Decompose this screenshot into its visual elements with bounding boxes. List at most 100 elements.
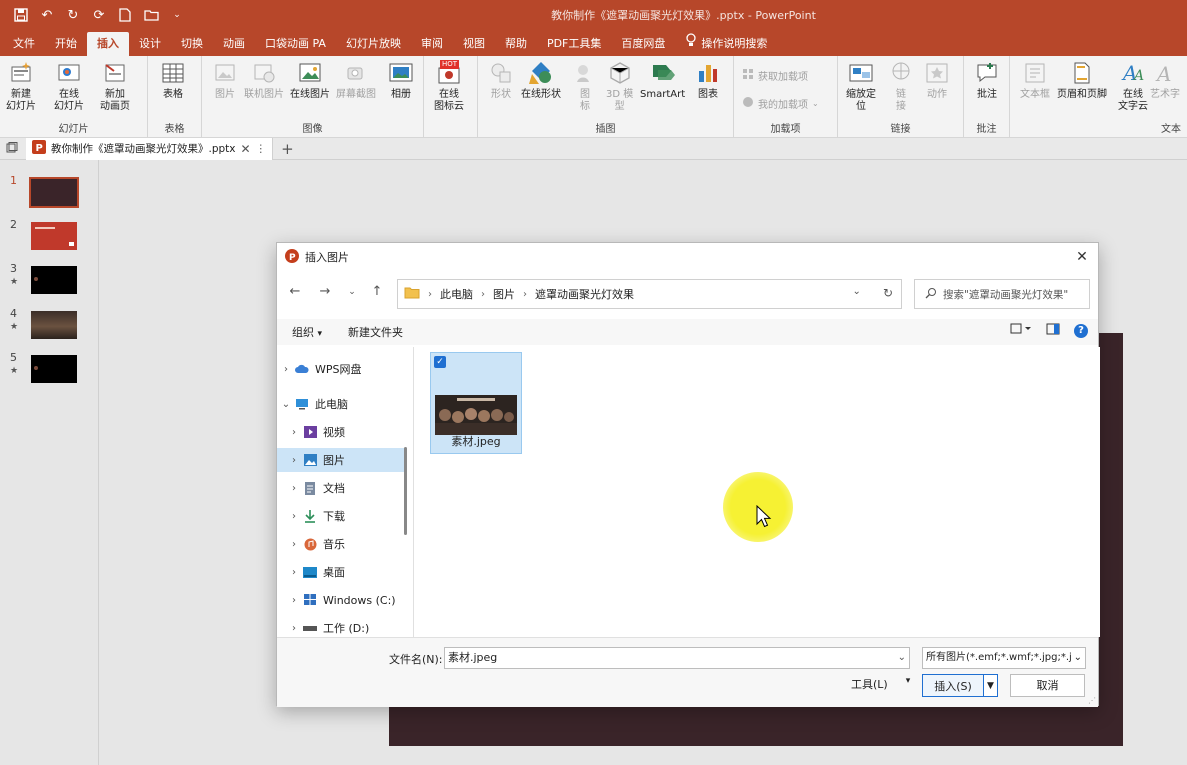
expand-chevron-icon[interactable]: › bbox=[285, 511, 303, 522]
nav-item-videos[interactable]: › 视频 bbox=[277, 420, 407, 444]
tab-home[interactable]: 开始 bbox=[45, 32, 87, 56]
filename-dropdown-icon[interactable]: ⌄ bbox=[898, 648, 906, 668]
nav-item-music[interactable]: › 音乐 bbox=[277, 532, 407, 556]
tab-pdf-tools[interactable]: PDF工具集 bbox=[537, 32, 611, 56]
new-tab-icon[interactable]: + bbox=[281, 140, 294, 158]
nav-item-pictures[interactable]: › 图片 bbox=[277, 448, 407, 472]
tab-review[interactable]: 审阅 bbox=[411, 32, 453, 56]
file-item[interactable]: ✓ 素材.jpeg bbox=[430, 352, 522, 454]
close-tab-icon[interactable]: ✕ bbox=[241, 142, 251, 156]
preview-pane-icon[interactable] bbox=[1046, 323, 1060, 338]
tools-button[interactable]: 工具(L) ▾ bbox=[851, 676, 910, 692]
slide-thumbnail[interactable] bbox=[31, 222, 77, 250]
address-dropdown-icon[interactable]: ⌄ bbox=[853, 286, 861, 300]
wordart-button[interactable]: A 艺术字 bbox=[1150, 60, 1180, 101]
checkbox-checked-icon[interactable]: ✓ bbox=[434, 356, 446, 368]
address-bar[interactable]: › 此电脑 › 图片 › 遮罩动画聚光灯效果 ⌄ ↻ bbox=[397, 279, 902, 309]
insert-button[interactable]: 插入(S) ▼ bbox=[922, 674, 998, 697]
tab-slideshow[interactable]: 幻灯片放映 bbox=[336, 32, 411, 56]
shapes-button[interactable]: 形状 bbox=[488, 60, 514, 101]
zoom-button[interactable]: 缩放定 位 bbox=[846, 60, 876, 113]
header-footer-button[interactable]: 页眉和页脚 bbox=[1057, 60, 1107, 101]
photo-album-button[interactable]: 相册 bbox=[388, 60, 414, 101]
slide-thumbnail[interactable] bbox=[31, 266, 77, 294]
nav-item-drive-c[interactable]: › Windows (C:) bbox=[277, 588, 407, 612]
insert-split-dropdown-icon[interactable]: ▼ bbox=[983, 675, 997, 696]
tab-design[interactable]: 设计 bbox=[129, 32, 171, 56]
slide-thumbnail[interactable] bbox=[31, 355, 77, 383]
smartart-button[interactable]: SmartArt bbox=[640, 60, 685, 101]
link-button[interactable]: 链 接 bbox=[888, 60, 914, 113]
picture-button[interactable]: 图片 bbox=[212, 60, 238, 101]
help-icon[interactable]: ? bbox=[1074, 323, 1088, 338]
tab-animations[interactable]: 动画 bbox=[213, 32, 255, 56]
breadcrumb-current-folder[interactable]: 遮罩动画聚光灯效果 bbox=[535, 286, 634, 302]
tab-pocket-animation[interactable]: 口袋动画 PA bbox=[255, 32, 336, 56]
breadcrumb-this-pc[interactable]: 此电脑 bbox=[440, 286, 473, 302]
get-addins-button[interactable]: 获取加载项 bbox=[742, 68, 808, 83]
expand-chevron-icon[interactable]: › bbox=[285, 595, 303, 606]
tab-insert[interactable]: 插入 bbox=[87, 32, 129, 56]
tell-me-search[interactable]: 操作说明搜索 bbox=[675, 32, 777, 56]
dialog-close-button[interactable]: ✕ bbox=[1072, 247, 1092, 267]
store-icon bbox=[742, 68, 754, 83]
tab-file[interactable]: 文件 bbox=[3, 32, 45, 56]
expand-chevron-icon[interactable]: › bbox=[285, 623, 303, 634]
tab-help[interactable]: 帮助 bbox=[495, 32, 537, 56]
expand-chevron-icon[interactable]: › bbox=[285, 483, 303, 494]
cancel-button[interactable]: 取消 bbox=[1010, 674, 1085, 697]
organize-button[interactable]: 组织 ▾ bbox=[292, 324, 322, 340]
new-slide-button[interactable]: 新建 幻灯片 bbox=[6, 60, 36, 113]
filename-input[interactable]: 素材.jpeg ⌄ bbox=[444, 647, 910, 669]
action-button[interactable]: 动作 bbox=[924, 60, 950, 101]
web-picture-button[interactable]: 在线图片 bbox=[290, 60, 330, 101]
slide-thumbnail[interactable] bbox=[29, 177, 79, 208]
online-text-cloud-button[interactable]: AA 在线 文字云 bbox=[1118, 60, 1148, 113]
comment-button[interactable]: 批注 bbox=[974, 60, 1000, 101]
nav-item-downloads[interactable]: › 下载 bbox=[277, 504, 407, 528]
nav-item-wps-cloud[interactable]: › WPS网盘 bbox=[277, 357, 407, 381]
back-arrow-icon[interactable]: ← bbox=[286, 284, 304, 299]
expand-chevron-icon[interactable]: › bbox=[285, 539, 303, 550]
breadcrumb-pictures[interactable]: 图片 bbox=[493, 286, 515, 302]
table-button[interactable]: 表格 bbox=[160, 60, 186, 101]
up-arrow-icon[interactable]: ↑ bbox=[368, 284, 386, 299]
change-view-icon[interactable] bbox=[1010, 323, 1032, 338]
new-folder-button[interactable]: 新建文件夹 bbox=[348, 324, 403, 340]
forward-arrow-icon[interactable]: → bbox=[316, 284, 334, 299]
group-label-comments: 批注 bbox=[976, 124, 997, 135]
expand-chevron-icon[interactable]: › bbox=[277, 364, 295, 375]
slide-thumbnail[interactable] bbox=[31, 311, 77, 339]
nav-item-documents[interactable]: › 文档 bbox=[277, 476, 407, 500]
expand-chevron-icon[interactable]: › bbox=[285, 567, 303, 578]
refresh-icon[interactable]: ↻ bbox=[883, 286, 893, 300]
online-slide-button[interactable]: 在线 幻灯片 bbox=[54, 60, 84, 113]
online-shapes-button[interactable]: 在线形状 bbox=[521, 60, 561, 101]
tab-transitions[interactable]: 切换 bbox=[171, 32, 213, 56]
file-type-filter[interactable]: 所有图片(*.emf;*.wmf;*.jpg;*.jp ⌄ bbox=[922, 647, 1086, 669]
search-input[interactable]: 搜索"遮罩动画聚光灯效果" bbox=[914, 279, 1090, 309]
nav-item-this-pc[interactable]: ⌄ 此电脑 bbox=[277, 392, 407, 416]
expand-chevron-icon[interactable]: › bbox=[285, 427, 303, 438]
tab-baidu-netdisk[interactable]: 百度网盘 bbox=[611, 32, 675, 56]
3d-models-button[interactable]: 3D 模 型 bbox=[606, 60, 633, 113]
resize-grip-icon[interactable]: ⋰ bbox=[1088, 696, 1096, 705]
collapse-chevron-icon[interactable]: ⌄ bbox=[277, 399, 295, 410]
online-icon-cloud-button[interactable]: HOT 在线 图标云 bbox=[434, 60, 464, 113]
online-picture-button[interactable]: 联机图片 bbox=[244, 60, 284, 101]
tab-actions-icon[interactable] bbox=[6, 142, 18, 157]
textbox-button[interactable]: 文本框 bbox=[1020, 60, 1050, 101]
zoom-icon bbox=[848, 60, 874, 86]
tab-menu-icon[interactable]: ⋮ bbox=[256, 143, 267, 155]
my-addins-button[interactable]: 我的加载项 ⌄ bbox=[742, 96, 819, 111]
navigation-scrollbar[interactable] bbox=[404, 447, 407, 535]
new-animation-page-button[interactable]: 新加 动画页 bbox=[100, 60, 130, 113]
document-tab[interactable]: P 教你制作《遮罩动画聚光灯效果》.pptx ✕ ⋮ bbox=[26, 137, 274, 160]
icons-button[interactable]: 图 标 bbox=[572, 60, 598, 113]
nav-item-desktop[interactable]: › 桌面 bbox=[277, 560, 407, 584]
expand-chevron-icon[interactable]: › bbox=[285, 455, 303, 466]
screenshot-button[interactable]: 屏幕截图 bbox=[336, 60, 376, 101]
chart-button[interactable]: 图表 bbox=[695, 60, 721, 101]
recent-locations-chevron-icon[interactable]: ⌄ bbox=[343, 287, 361, 297]
tab-view[interactable]: 视图 bbox=[453, 32, 495, 56]
